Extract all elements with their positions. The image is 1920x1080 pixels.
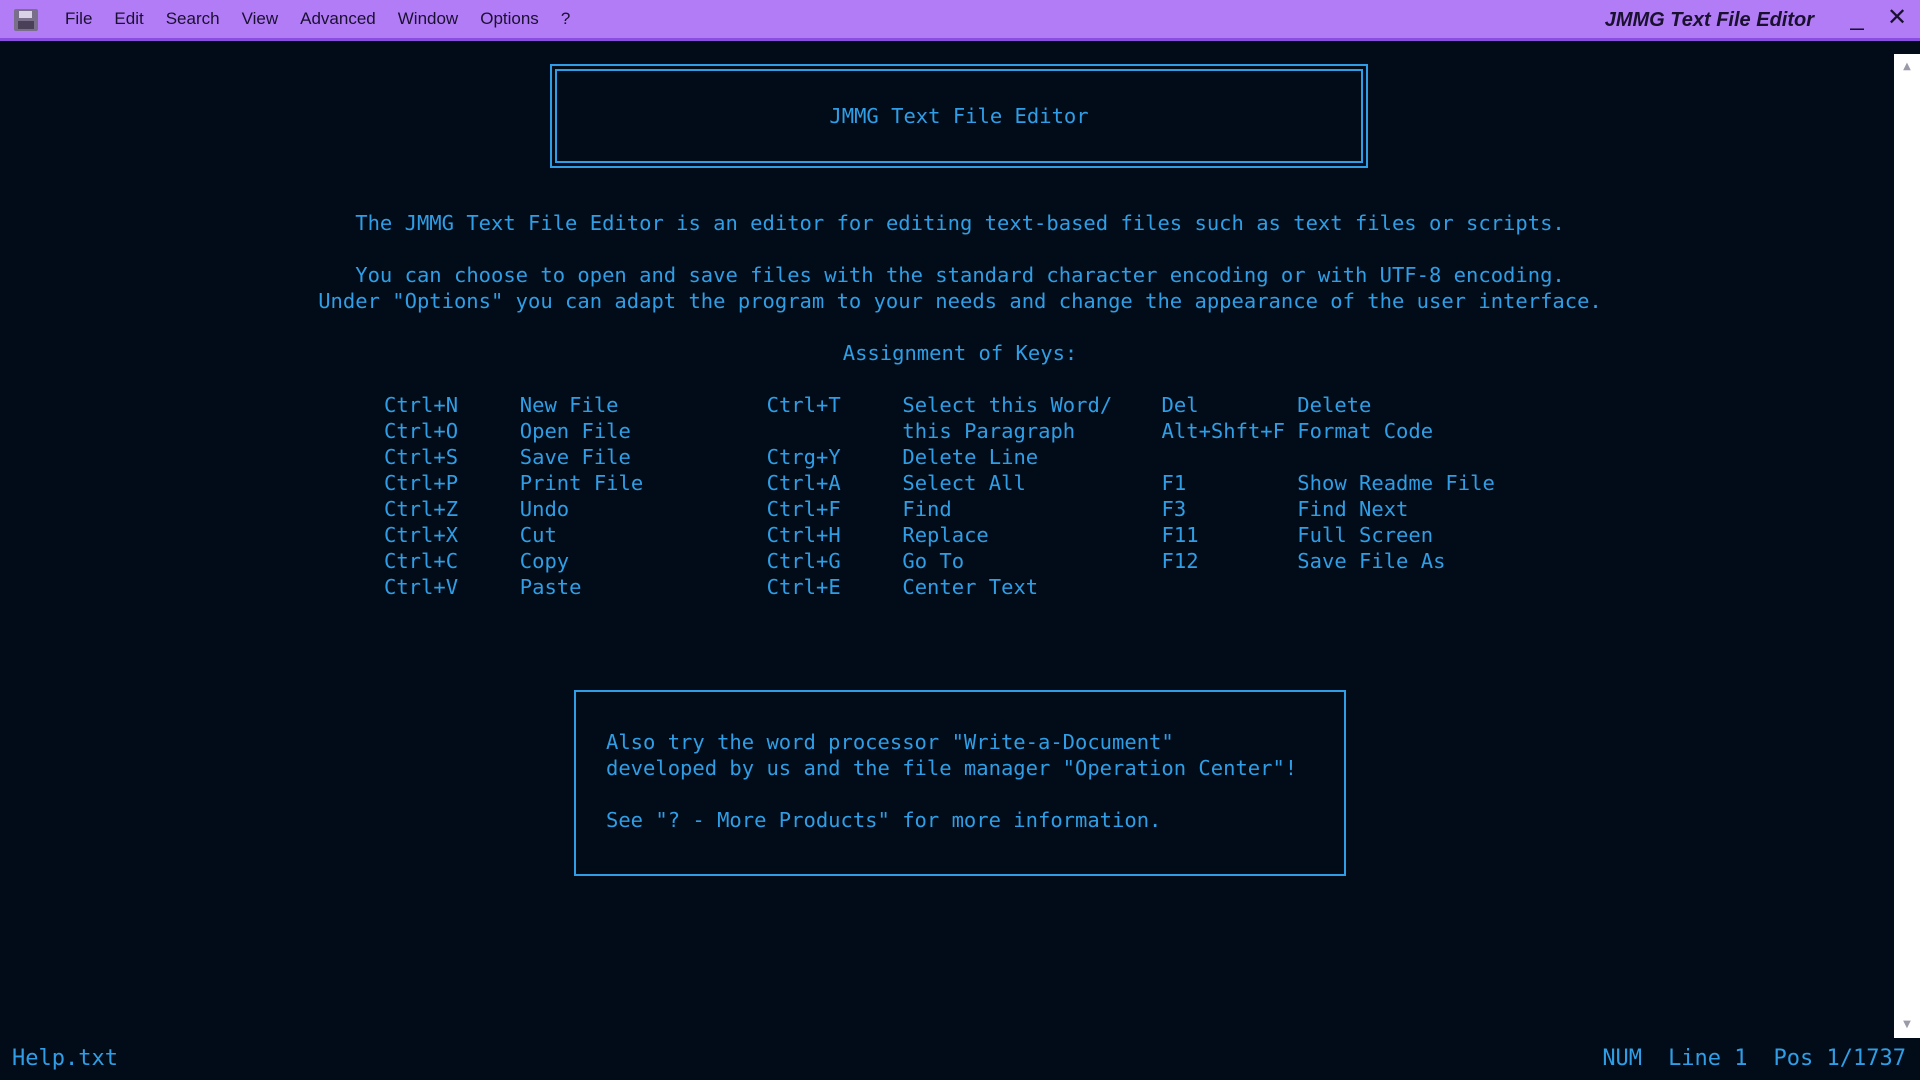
close-button[interactable]: ✕ [1882, 4, 1912, 34]
options-text: Under "Options" you can adapt the progra… [318, 289, 1602, 313]
key-line: Ctrl+Z Undo Ctrl+F Find F3 Find Next [384, 497, 1409, 521]
scroll-up-arrow-icon[interactable]: ▲ [1894, 58, 1920, 76]
text-editor-area[interactable]: JMMG Text File Editor The JMMG Text File… [0, 41, 1894, 1037]
status-line: Line 1 [1668, 1046, 1748, 1071]
key-line: Ctrl+S Save File Ctrg+Y Delete Line [384, 445, 1039, 469]
intro-text: The JMMG Text File Editor is an editor f… [355, 211, 1565, 235]
window-title: JMMG Text File Editor [1604, 9, 1814, 31]
key-line: Ctrl+N New File Ctrl+T Select this Word/… [384, 393, 1372, 417]
title-bar: File Edit Search View Advanced Window Op… [0, 0, 1920, 41]
key-line: Ctrl+V Paste Ctrl+E Center Text [384, 575, 1039, 599]
minimize-button[interactable]: _ [1842, 4, 1872, 34]
key-line: Ctrl+X Cut Ctrl+H Replace F11 Full Scree… [384, 523, 1434, 547]
key-line: Ctrl+P Print File Ctrl+A Select All F1 S… [384, 471, 1495, 495]
menu-file[interactable]: File [54, 0, 103, 38]
header-box: JMMG Text File Editor [550, 64, 1368, 168]
menu-advanced[interactable]: Advanced [289, 0, 387, 38]
status-info: NUM Line 1 Pos 1/1737 [1602, 1046, 1906, 1071]
promo-line: See "? - More Products" for more informa… [606, 808, 1162, 832]
status-num-lock: NUM [1602, 1046, 1643, 1071]
menu-search[interactable]: Search [155, 0, 231, 38]
vertical-scrollbar[interactable]: ▲ ▼ [1894, 54, 1920, 1038]
menu-bar: File Edit Search View Advanced Window Op… [54, 0, 581, 38]
keys-heading: Assignment of Keys: [842, 341, 1078, 365]
menu-window[interactable]: Window [387, 0, 469, 38]
promo-box: Also try the word processor "Write-a-Doc… [574, 690, 1346, 876]
key-line: Ctrl+C Copy Ctrl+G Go To F12 Save File A… [384, 549, 1446, 573]
menu-options[interactable]: Options [469, 0, 550, 38]
status-bar: Help.txt NUM Line 1 Pos 1/1737 [0, 1038, 1920, 1080]
menu-edit[interactable]: Edit [103, 0, 154, 38]
menu-view[interactable]: View [231, 0, 290, 38]
menu-help[interactable]: ? [550, 0, 581, 38]
status-filename: Help.txt [12, 1046, 118, 1071]
scroll-down-arrow-icon[interactable]: ▼ [1894, 1016, 1920, 1034]
key-line: Ctrl+O Open File this Paragraph Alt+Shft… [384, 419, 1434, 443]
header-title: JMMG Text File Editor [829, 104, 1089, 128]
promo-line: Also try the word processor "Write-a-Doc… [606, 730, 1174, 754]
promo-line: developed by us and the file manager "Op… [606, 756, 1298, 780]
encoding-text: You can choose to open and save files wi… [355, 263, 1565, 287]
save-disk-icon[interactable] [14, 9, 38, 31]
status-position: Pos 1/1737 [1773, 1046, 1906, 1071]
